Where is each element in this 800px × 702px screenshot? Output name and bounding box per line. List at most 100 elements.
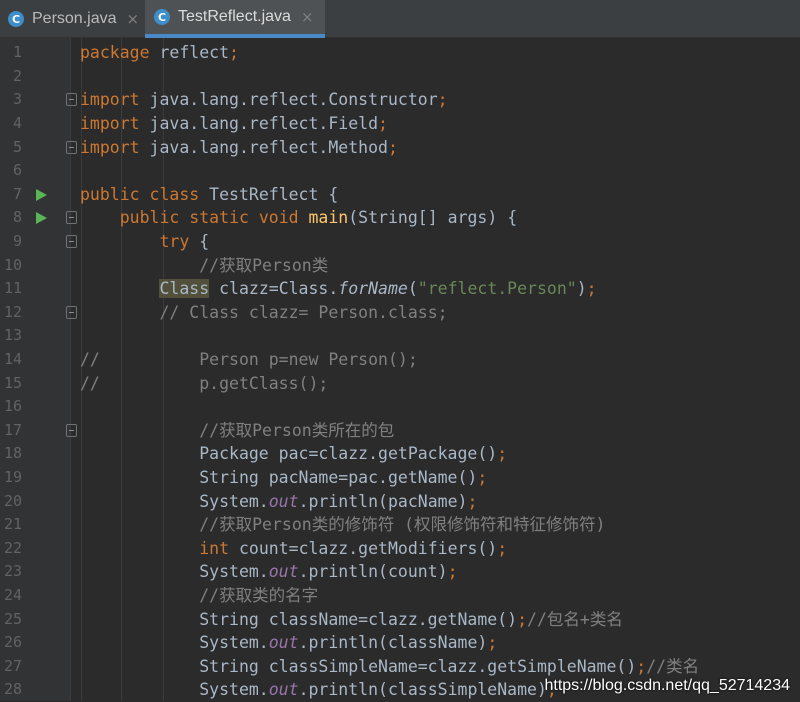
code-line[interactable]: 13 [0,324,800,348]
code-token: System. [80,633,269,653]
line-number: 16 [3,397,22,416]
fold-marker-icon[interactable] [66,140,77,154]
code-line[interactable]: 25 String className=clazz.getName();//包名… [0,608,800,632]
fold-marker-icon[interactable] [66,235,77,248]
code-token: out [268,491,299,511]
code-token: out [268,633,299,653]
code-token: Package pac=clazz.getPackage() [80,444,498,464]
code-line[interactable]: 20 System.out.println(pacName); [0,490,800,514]
code-token: // Class clazz= Person.class; [159,302,448,322]
code-line[interactable]: 17 //获取Person类所在的包 [0,419,800,443]
code-text: //获取Person类所在的包 [80,419,394,443]
code-token: ) [576,279,587,299]
code-line[interactable]: 12 // Class clazz= Person.class; [0,301,800,325]
fold-marker-icon[interactable] [66,93,77,107]
code-line[interactable]: 8 public static void main(String[] args)… [0,206,800,230]
code-token: java.lang.reflect.Field [139,114,379,133]
code-line[interactable]: 22 int count=clazz.getModifiers(); [0,537,800,561]
code-text: public static void main(String[] args) { [80,206,517,230]
code-line[interactable]: 6 [0,159,800,183]
run-gutter-icon[interactable] [36,212,47,225]
line-number: 11 [3,279,22,298]
code-line[interactable]: 15 // p.getClass(); [0,372,800,396]
code-token: public static void [119,208,299,228]
fold-marker-icon[interactable] [66,423,77,437]
code-token: //获取类的名字 [199,586,319,605]
code-line[interactable]: 7 public class TestReflect { [0,183,800,207]
code-line[interactable]: 2 [0,65,800,89]
code-token: { [189,232,210,251]
code-line[interactable]: 24 //获取类的名字 [0,584,800,608]
code-line[interactable]: 21 //获取Person类的修饰符 (权限修饰符和特征修饰符) [0,513,800,537]
code-line[interactable]: 9 try { [0,230,800,254]
code-token: String pacName=pac.getName() [80,468,478,487]
line-number: 26 [3,633,22,652]
code-line[interactable]: 10 //获取Person类 [0,254,800,278]
tab-testreflect-java[interactable]: C TestReflect.java × [145,0,325,38]
code-token: ; [487,633,498,653]
watermark: https://blog.csdn.net/qq_52714234 [544,677,790,694]
code-token: import [80,114,140,133]
fold-marker-icon[interactable] [66,305,77,319]
code-line[interactable]: 26 System.out.println(className); [0,631,800,655]
code-line[interactable]: 3 import java.lang.reflect.Constructor; [0,88,800,112]
code-text: try { [80,230,209,254]
line-number: 13 [3,326,22,345]
code-token: //类名 [646,656,700,676]
code-text: package reflect; [80,41,239,65]
code-token: //包名+类名 [527,609,623,629]
code-token: .println(pacName) [298,491,468,511]
code-token: public class [80,184,200,204]
code-token: clazz=Class. [209,279,339,299]
line-number: 7 [12,184,22,203]
code-line[interactable]: 19 String pacName=pac.getName(); [0,466,800,490]
fold-marker-icon[interactable] [66,211,77,225]
line-number: 12 [3,302,22,321]
code-text: System.out.println(count); [80,560,457,584]
line-number: 17 [3,420,22,439]
code-token: out [268,562,299,582]
code-line[interactable]: 4 import java.lang.reflect.Field; [0,112,800,136]
code-token: out [268,680,299,700]
code-text: //获取Person类 [80,254,328,278]
code-line[interactable]: 27 String classSimpleName=clazz.getSimpl… [0,655,800,679]
tab-person-java[interactable]: C Person.java × [0,0,145,38]
line-number: 27 [3,656,22,675]
code-line[interactable]: 18 Package pac=clazz.getPackage(); [0,442,800,466]
line-number: 19 [3,468,22,486]
code-text: Class clazz=Class.forName("reflect.Perso… [80,277,597,301]
code-token: ( [407,279,418,299]
code-line[interactable]: 16 [0,395,800,419]
code-token: String classSimpleName=clazz.getSimpleNa… [80,656,637,676]
code-line[interactable]: 11 Class clazz=Class.forName("reflect.Pe… [0,277,800,301]
run-gutter-icon[interactable] [36,188,47,201]
code-line[interactable]: 23 System.out.println(count); [0,560,800,584]
code-text: String className=clazz.getName();//包名+类名 [80,608,623,632]
line-number: 22 [3,538,22,557]
code-editor[interactable]: 1 package reflect; 2 3 import java.lang.refl… [0,38,800,701]
code-text: String pacName=pac.getName(); [80,466,487,490]
code-token: ; [636,656,647,676]
code-token: ; [517,609,528,629]
code-token: java.lang.reflect.Constructor [139,90,438,110]
code-token: ; [586,279,597,299]
code-token: ; [497,538,508,558]
close-icon[interactable]: × [301,8,314,26]
code-token: (String[] args) { [348,208,518,228]
line-number: 9 [12,232,22,250]
line-number: 1 [12,43,22,62]
line-number: 18 [3,444,22,463]
close-icon[interactable]: × [127,10,140,28]
code-line[interactable]: 14 // Person p=new Person(); [0,348,800,372]
code-line[interactable]: 1 package reflect; [0,41,800,65]
code-text: String classSimpleName=clazz.getSimpleNa… [80,655,699,679]
code-line[interactable]: 5 import java.lang.reflect.Method; [0,136,800,160]
code-token: int [199,538,230,558]
